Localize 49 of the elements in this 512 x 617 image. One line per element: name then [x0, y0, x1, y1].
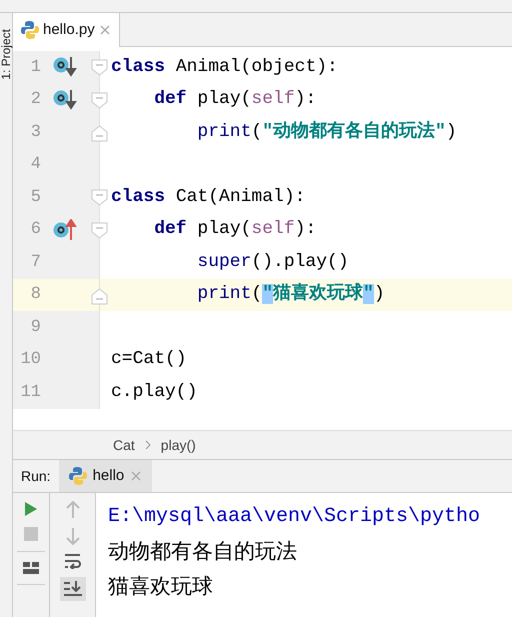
- close-icon[interactable]: [130, 470, 142, 482]
- line-number: 10: [20, 349, 41, 371]
- up-arrow-icon[interactable]: [66, 501, 80, 519]
- fold-marker-icon[interactable]: [91, 124, 109, 142]
- line-number: 9: [30, 316, 41, 338]
- fold-marker-icon[interactable]: [91, 286, 109, 304]
- run-icon[interactable]: [24, 501, 38, 517]
- code-line: def play(self):: [153, 218, 316, 242]
- line-number: 8: [30, 284, 41, 306]
- line-number: 3: [30, 122, 41, 144]
- editor-tab[interactable]: hello.py: [13, 13, 120, 47]
- line-number: 6: [30, 219, 41, 241]
- python-icon: [68, 466, 87, 486]
- code-line: c.play(): [110, 380, 198, 404]
- implemented-method-icon[interactable]: [53, 88, 77, 110]
- breadcrumb-item[interactable]: Cat: [113, 434, 135, 456]
- line-number: 1: [30, 56, 41, 78]
- close-icon[interactable]: [98, 24, 111, 36]
- run-tab[interactable]: hello: [58, 460, 152, 492]
- fold-marker-icon[interactable]: [91, 189, 109, 207]
- implemented-method-icon[interactable]: [53, 56, 77, 78]
- code-line: print("动物都有各自的玩法"): [196, 120, 457, 144]
- overriding-method-icon[interactable]: [53, 218, 77, 240]
- line-number: 7: [30, 252, 41, 274]
- line-number: 11: [20, 382, 41, 404]
- fold-marker-icon[interactable]: [91, 59, 109, 77]
- down-arrow-icon[interactable]: [66, 527, 80, 545]
- line-number: 5: [30, 186, 41, 208]
- project-tool-tab[interactable]: 1: Project: [0, 29, 13, 80]
- layout-icon[interactable]: [23, 562, 39, 574]
- chevron-icon: [144, 440, 151, 450]
- soft-wrap-icon[interactable]: [64, 553, 82, 569]
- code-line: def play(self):: [153, 88, 316, 112]
- breadcrumb-item[interactable]: play(): [160, 434, 196, 456]
- line-number: 4: [30, 154, 41, 176]
- code-line: class Cat(Animal):: [110, 186, 306, 209]
- python-file-icon: [21, 20, 39, 40]
- code-line: class Animal(object):: [110, 56, 338, 79]
- fold-marker-icon[interactable]: [91, 92, 109, 110]
- console-output-line: E:\mysql\aaa\venv\Scripts\pytho: [108, 504, 482, 530]
- scroll-to-end-icon[interactable]: [60, 577, 86, 601]
- code-line: print("猫喜欢玩球"): [196, 282, 385, 306]
- run-label: Run:: [20, 466, 52, 486]
- console-output-line: 动物都有各自的玩法: [108, 538, 298, 565]
- console-output-line: 猫喜欢玩球: [108, 573, 214, 600]
- code-line: c=Cat(): [110, 348, 187, 372]
- line-number: 2: [30, 89, 41, 111]
- code-line: super().play(): [196, 250, 349, 274]
- fold-marker-icon[interactable]: [91, 222, 109, 240]
